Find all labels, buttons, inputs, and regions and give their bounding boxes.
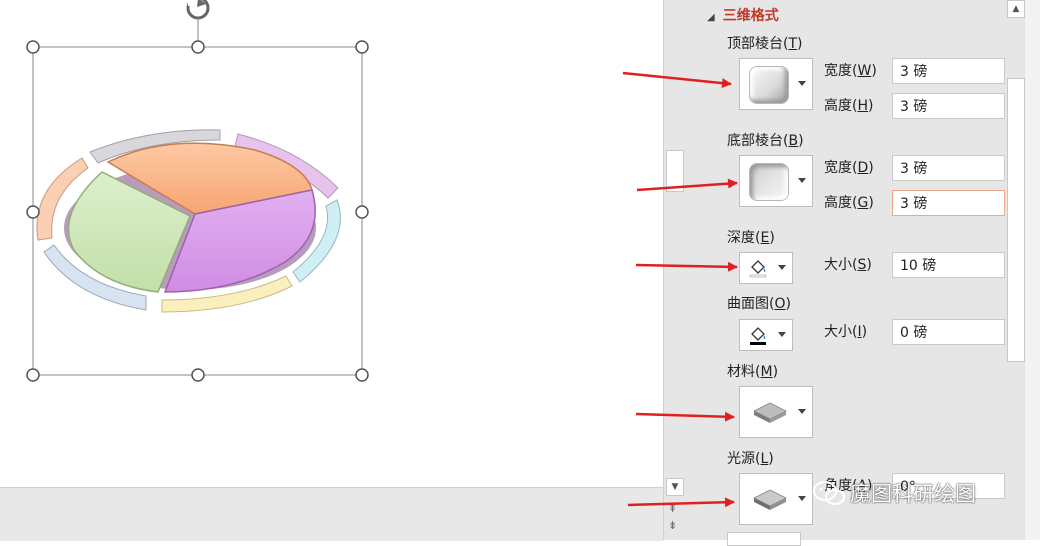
- annotation-arrow: [636, 178, 738, 192]
- annotation-arrow: [627, 497, 735, 508]
- annotation-arrow: [635, 411, 735, 422]
- watermark-text: 魔图科研绘图: [850, 482, 976, 506]
- annotation-arrow: [622, 71, 732, 89]
- wechat-icon: [813, 481, 845, 505]
- annotation-arrows: [622, 71, 738, 508]
- annotation-arrow: [635, 261, 738, 272]
